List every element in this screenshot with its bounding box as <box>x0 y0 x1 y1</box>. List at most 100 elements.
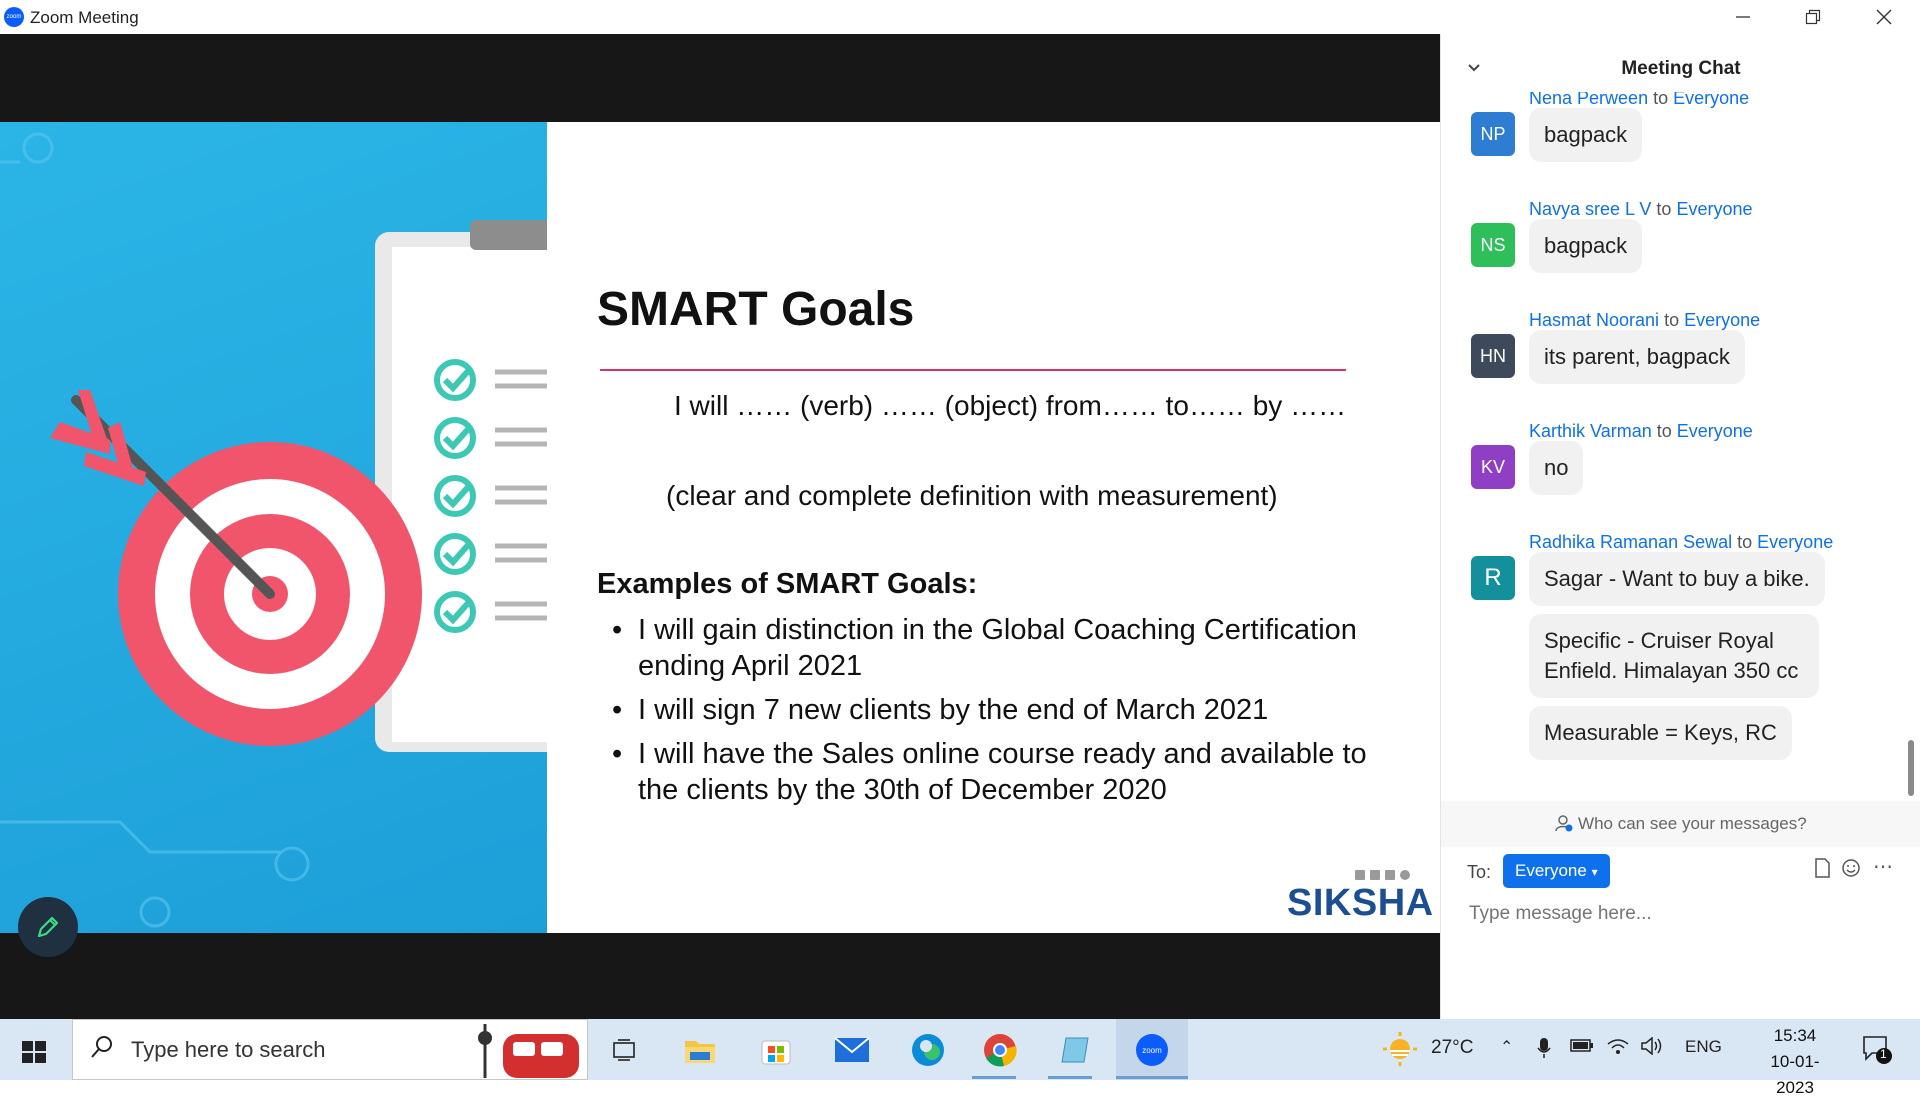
bullet-dot: • <box>612 738 623 770</box>
clock-time: 15:34 <box>1773 1026 1817 1045</box>
sender-name[interactable]: Karthik Varman <box>1529 421 1652 441</box>
running-indicator <box>972 1076 1016 1079</box>
avatar: NS <box>1471 223 1515 267</box>
message-bubble: Sagar - Want to buy a bike. <box>1529 552 1825 606</box>
message-bubble: Specific - Cruiser Royal Enfield. Himala… <box>1529 614 1819 698</box>
recipient-dropdown[interactable]: Everyone ▾ <box>1503 854 1610 888</box>
user-visibility-icon <box>1555 814 1578 833</box>
slide-title: SMART Goals <box>597 283 915 336</box>
avatar: R <box>1471 556 1515 600</box>
notification-center-icon[interactable]: 1 <box>1862 1035 1892 1070</box>
message-visibility-info[interactable]: Who can see your messages? <box>1441 801 1920 847</box>
shared-screen: SMART Goals I will …… (verb) …… (object)… <box>0 34 1440 1019</box>
bullet-text: I will sign 7 new clients by the end of … <box>638 694 1269 726</box>
target-checklist-illustration <box>0 132 547 928</box>
annotate-button[interactable] <box>18 897 78 957</box>
minimize-button[interactable] <box>1709 0 1777 34</box>
file-icon[interactable] <box>1813 858 1831 884</box>
to-label: To: <box>1467 862 1492 882</box>
recipient-name[interactable]: Everyone <box>1677 421 1753 441</box>
goal-formula: I will …… (verb) …… (object) from…… to……… <box>674 390 1347 421</box>
chrome-browser-icon[interactable] <box>976 1026 1024 1074</box>
speaker-icon[interactable] <box>1641 1036 1663 1060</box>
restore-button[interactable] <box>1779 0 1847 34</box>
bullet-text: I will have the Sales online course read… <box>638 738 1367 806</box>
chat-panel: Meeting Chat Nena Perween to Everyone NP… <box>1440 34 1920 1019</box>
emoji-icon[interactable] <box>1841 858 1861 884</box>
presentation-slide: SMART Goals I will …… (verb) …… (object)… <box>0 122 1440 933</box>
chat-title: Meeting Chat <box>1621 58 1741 79</box>
taskbar: Type here to search zoom 27°C ⌃ ENG 15:3… <box>0 1019 1920 1097</box>
window-title: Zoom Meeting <box>30 8 139 27</box>
recipient-name[interactable]: Everyone <box>1684 310 1760 330</box>
message-sender-line: Hasmat Noorani to Everyone <box>1529 310 1761 330</box>
wifi-icon[interactable] <box>1607 1037 1629 1060</box>
weather-temperature[interactable]: 27°C <box>1431 1037 1473 1059</box>
microsoft-store-icon[interactable] <box>752 1026 800 1074</box>
more-options-icon[interactable]: ⋯ <box>1873 854 1893 879</box>
slide-illustration <box>0 122 547 933</box>
notification-count: 1 <box>1880 1047 1887 1061</box>
sender-name[interactable]: Hasmat Noorani <box>1529 310 1659 330</box>
avatar: KV <box>1471 445 1515 489</box>
message-bubble: bagpack <box>1529 219 1643 273</box>
brand-name: SIKSHA <box>1287 882 1434 924</box>
message-sender-line: Radhika Ramanan Sewal to Everyone <box>1529 532 1834 552</box>
zoom-app-icon[interactable]: zoom <box>1128 1026 1176 1074</box>
weather-icon[interactable] <box>1382 1031 1418 1072</box>
message-sender-line: Nena Perween to Everyone <box>1529 92 1749 109</box>
clock-date: 10-01-2023 <box>1770 1052 1820 1097</box>
chevron-down-icon: ▾ <box>1591 865 1598 879</box>
mail-icon[interactable] <box>828 1026 876 1074</box>
language-indicator[interactable]: ENG <box>1685 1037 1722 1057</box>
close-icon <box>1876 9 1892 25</box>
message-bubble: bagpack <box>1529 108 1643 162</box>
task-view-icon[interactable] <box>600 1026 648 1074</box>
start-button[interactable] <box>14 1031 54 1071</box>
message-bubble: its parent, bagpack <box>1529 330 1745 384</box>
bullet-text: I will gain distinction in the Global Co… <box>638 614 1357 682</box>
message-bubble: Measurable = Keys, RC <box>1529 706 1792 760</box>
goal-clarifier: (clear and complete definition with meas… <box>666 480 1278 511</box>
battery-icon[interactable] <box>1570 1037 1594 1058</box>
recipient-name[interactable]: Everyone <box>1757 532 1833 552</box>
bullet-dot: • <box>612 694 623 726</box>
minimize-icon <box>1736 16 1750 18</box>
sender-name[interactable]: Navya sree L V <box>1529 199 1651 219</box>
notepad-icon[interactable] <box>1052 1026 1100 1074</box>
title-bar: zoom Zoom Meeting <box>0 0 1920 34</box>
train-icon <box>473 1024 583 1083</box>
chat-header: Meeting Chat <box>1441 54 1920 84</box>
message-sender-line: Karthik Varman to Everyone <box>1529 421 1753 441</box>
recipient-name[interactable]: Everyone <box>1676 199 1752 219</box>
close-button[interactable] <box>1850 0 1918 34</box>
sender-name[interactable]: Nena Perween <box>1529 92 1648 108</box>
recipient-row: To: Everyone ▾ ⋯ <box>1467 854 1907 890</box>
running-indicator <box>1048 1076 1092 1079</box>
message-bubble: no <box>1529 441 1584 495</box>
examples-heading: Examples of SMART Goals: <box>597 568 978 600</box>
message-input[interactable] <box>1467 902 1891 926</box>
microphone-icon[interactable] <box>1537 1037 1551 1064</box>
restore-icon <box>1805 9 1821 25</box>
message-list[interactable]: Nena Perween to Everyone NP bagpack Navy… <box>1441 92 1911 802</box>
system-clock[interactable]: 15:34 10-01-2023 <box>1755 1023 1835 1101</box>
chat-scrollbar[interactable] <box>1908 740 1914 796</box>
search-icon <box>89 1034 115 1067</box>
avatar: HN <box>1471 334 1515 378</box>
file-explorer-icon[interactable] <box>676 1026 724 1074</box>
who-can-see-text: Who can see your messages? <box>1578 814 1807 833</box>
search-placeholder: Type here to search <box>131 1037 326 1062</box>
svg-text:zoom: zoom <box>1142 1046 1162 1055</box>
zoom-icon: zoom <box>4 7 24 27</box>
taskbar-search[interactable]: Type here to search <box>72 1019 588 1080</box>
pencil-icon <box>37 916 59 938</box>
chevron-up-icon[interactable]: ⌃ <box>1500 1037 1513 1057</box>
title-divider <box>600 369 1346 371</box>
avatar: NP <box>1471 112 1515 156</box>
edge-browser-icon[interactable] <box>904 1026 952 1074</box>
sender-name[interactable]: Radhika Ramanan Sewal <box>1529 532 1732 552</box>
recipient-name[interactable]: Everyone <box>1673 92 1749 108</box>
bullet-dot: • <box>612 614 623 646</box>
running-indicator <box>1116 1076 1188 1079</box>
